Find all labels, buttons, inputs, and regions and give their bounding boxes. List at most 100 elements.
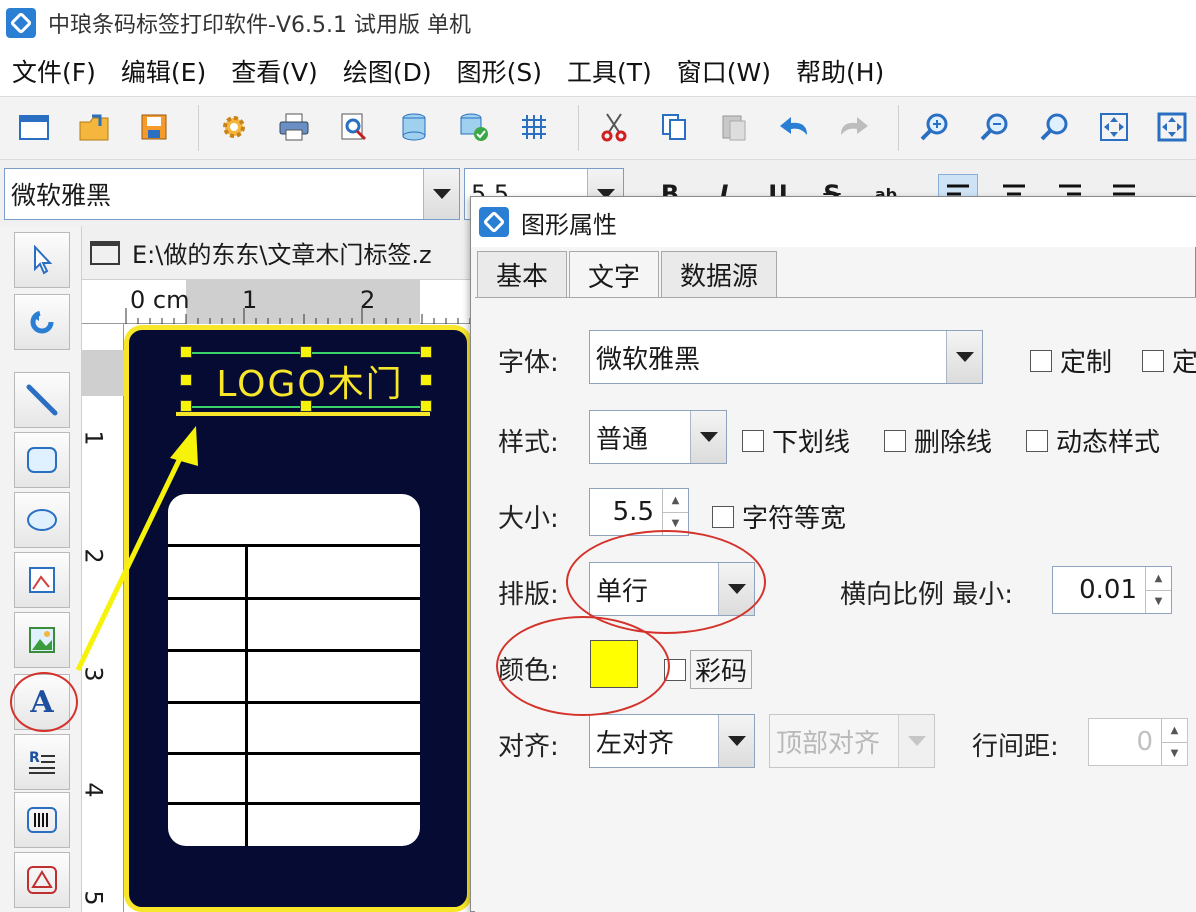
spin-down-icon[interactable]: ▼ <box>663 511 688 536</box>
document-tab[interactable]: E:\做的东东\文章木门标签.z <box>82 226 482 280</box>
resize-handle[interactable] <box>300 346 312 358</box>
tab-text[interactable]: 文字 <box>569 251 660 299</box>
chevron-down-icon[interactable] <box>718 563 754 615</box>
font-family-value: 微软雅黑 <box>11 181 112 210</box>
menu-help[interactable]: 帮助(H) <box>796 53 884 89</box>
resize-handle[interactable] <box>180 346 192 358</box>
color-swatch[interactable] <box>590 640 638 688</box>
chevron-down-icon[interactable] <box>946 331 982 383</box>
zoom-in-icon[interactable] <box>914 107 954 147</box>
image-tool-icon[interactable] <box>14 612 70 668</box>
new-file-icon[interactable] <box>14 107 54 147</box>
dialog-font-select[interactable]: 微软雅黑 <box>589 330 983 384</box>
checkbox-box[interactable] <box>742 429 764 452</box>
chevron-down-icon[interactable] <box>423 169 459 219</box>
resize-handle[interactable] <box>180 374 192 386</box>
chevron-down-icon[interactable] <box>690 411 726 463</box>
print-icon[interactable] <box>274 107 314 147</box>
dynamic-style-checkbox[interactable]: 动态样式 <box>1026 422 1160 459</box>
resize-handle[interactable] <box>420 374 432 386</box>
rich-text-tool-icon[interactable]: R <box>14 734 70 790</box>
fit-page-icon[interactable] <box>1094 107 1134 147</box>
style-select[interactable]: 普通 <box>589 410 727 464</box>
menu-window[interactable]: 窗口(W) <box>677 53 771 89</box>
database-icon[interactable] <box>394 107 434 147</box>
menu-view[interactable]: 查看(V) <box>231 53 318 89</box>
colorcode-checkbox[interactable]: 彩码 <box>664 650 753 689</box>
halign-select[interactable]: 左对齐 <box>589 714 755 768</box>
print-preview-icon[interactable] <box>334 107 374 147</box>
ellipse-tool-icon[interactable] <box>14 492 70 548</box>
custom-checkbox[interactable]: 定制 <box>1030 342 1112 379</box>
rounded-rect-tool-icon[interactable] <box>14 432 70 488</box>
copy-icon[interactable] <box>654 107 694 147</box>
dynamic-style-label: 动态样式 <box>1056 428 1161 458</box>
layout-value: 单行 <box>596 576 649 607</box>
line-spacing-value: 0 <box>1136 727 1153 757</box>
rotate-icon[interactable] <box>14 294 70 350</box>
strikethrough-checkbox[interactable]: 删除线 <box>884 422 992 459</box>
chevron-down-icon[interactable] <box>718 715 754 767</box>
cut-icon[interactable] <box>594 107 634 147</box>
spin-up-icon[interactable]: ▲ <box>663 489 688 512</box>
database-check-icon[interactable] <box>454 107 494 147</box>
valign-value: 顶部对齐 <box>776 728 881 759</box>
menu-tools[interactable]: 工具(T) <box>567 53 652 89</box>
menu-bar: 文件(F) 编辑(E) 查看(V) 绘图(D) 图形(S) 工具(T) 窗口(W… <box>0 46 1196 96</box>
settings-gear-icon[interactable] <box>214 107 254 147</box>
checkbox-box[interactable] <box>884 429 906 452</box>
checkbox-box[interactable] <box>1026 429 1048 452</box>
checkbox-box[interactable] <box>664 658 686 681</box>
tab-datasource[interactable]: 数据源 <box>661 251 778 297</box>
open-file-icon[interactable] <box>74 107 114 147</box>
resize-handle[interactable] <box>420 346 432 358</box>
resize-handle[interactable] <box>180 400 192 412</box>
barcode-tool-icon[interactable] <box>14 792 70 848</box>
document-title: E:\做的东东\文章木门标签.z <box>132 241 432 269</box>
color-label: 颜色: <box>498 656 559 686</box>
menu-shape[interactable]: 图形(S) <box>457 53 542 89</box>
valign-select[interactable]: 顶部对齐 <box>769 714 935 768</box>
spin-down-icon[interactable]: ▼ <box>1146 589 1171 614</box>
spin-up-icon[interactable]: ▲ <box>1162 719 1187 742</box>
spin-up-icon[interactable]: ▲ <box>1146 567 1171 590</box>
resize-handle[interactable] <box>300 400 312 412</box>
checkbox-box[interactable] <box>712 505 734 528</box>
logo-underline[interactable] <box>176 412 430 416</box>
line-spacing-spinner[interactable]: 0 ▲ ▼ <box>1088 718 1188 766</box>
monospace-checkbox[interactable]: 字符等宽 <box>712 498 846 535</box>
app-logo-icon <box>479 207 509 237</box>
fit-width-icon[interactable] <box>1152 107 1192 147</box>
hscale-spinner[interactable]: 0.01 ▲ ▼ <box>1052 566 1172 614</box>
resize-handle[interactable] <box>420 400 432 412</box>
qrcode-tool-icon[interactable] <box>14 852 70 908</box>
line-tool-icon[interactable] <box>14 372 70 428</box>
zoom-out-icon[interactable] <box>974 107 1014 147</box>
dialog-title-bar: 图形属性 <box>471 197 1196 247</box>
grid-icon[interactable] <box>514 107 554 147</box>
custom-checkbox-2[interactable]: 定 <box>1142 342 1196 379</box>
layout-select[interactable]: 单行 <box>589 562 755 616</box>
font-family-select[interactable]: 微软雅黑 <box>4 168 460 220</box>
select-pointer-icon[interactable] <box>14 232 70 288</box>
paste-icon[interactable] <box>714 107 754 147</box>
size-spinner[interactable]: 5.5 ▲ ▼ <box>589 488 689 536</box>
save-icon[interactable] <box>134 107 174 147</box>
zoom-actual-icon[interactable] <box>1034 107 1074 147</box>
menu-edit[interactable]: 编辑(E) <box>121 53 206 89</box>
menu-file[interactable]: 文件(F) <box>12 53 96 89</box>
chevron-down-icon[interactable] <box>898 715 934 767</box>
checkbox-box[interactable] <box>1030 349 1052 372</box>
redo-icon[interactable] <box>834 107 874 147</box>
tab-basic[interactable]: 基本 <box>477 251 568 297</box>
checkbox-box[interactable] <box>1142 349 1164 372</box>
hscale-value: 0.01 <box>1079 575 1137 605</box>
ruler-v-highlight <box>82 350 124 396</box>
logo-text-object[interactable]: LOGO木门 <box>190 356 430 406</box>
spin-down-icon[interactable]: ▼ <box>1162 741 1187 766</box>
underline-checkbox[interactable]: 下划线 <box>742 422 850 459</box>
text-tool-icon[interactable]: A <box>14 674 70 730</box>
image-edit-tool-icon[interactable] <box>14 552 70 608</box>
undo-icon[interactable] <box>774 107 814 147</box>
menu-draw[interactable]: 绘图(D) <box>343 53 432 89</box>
